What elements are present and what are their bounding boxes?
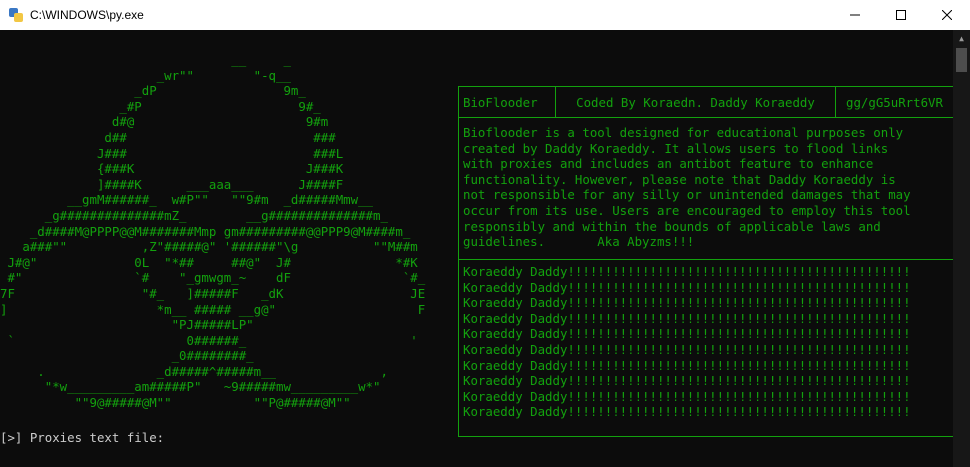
python-launcher-icon: [8, 7, 24, 23]
repeated-lines: Koraeddy Daddy!!!!!!!!!!!!!!!!!!!!!!!!!!…: [459, 260, 953, 420]
ascii-art-line: ]####K ___aaa___ J####F: [0, 176, 344, 192]
scroll-up-arrow-icon[interactable]: ▲: [953, 30, 970, 47]
vertical-scrollbar[interactable]: ▲: [953, 30, 970, 467]
ascii-art-line: . _d#####^#####m__ ,: [0, 363, 388, 379]
ascii-art-line: _g##############mZ_ __g##############m_: [0, 207, 388, 223]
list-item: Koraeddy Daddy!!!!!!!!!!!!!!!!!!!!!!!!!!…: [463, 326, 911, 342]
list-item: Koraeddy Daddy!!!!!!!!!!!!!!!!!!!!!!!!!!…: [463, 264, 911, 279]
ascii-art-line: _dP 9m_: [0, 83, 306, 99]
ascii-art-line: d## ###: [0, 129, 336, 145]
minimize-button[interactable]: [832, 0, 878, 30]
maximize-button[interactable]: [878, 0, 924, 30]
close-button[interactable]: [924, 0, 970, 30]
credit-text: Coded By Koraedn. Daddy Koraeddy: [556, 87, 836, 117]
tool-description: Bioflooder is a tool designed for educat…: [459, 118, 953, 260]
list-item: Koraeddy Daddy!!!!!!!!!!!!!!!!!!!!!!!!!!…: [463, 357, 911, 373]
list-item: Koraeddy Daddy!!!!!!!!!!!!!!!!!!!!!!!!!!…: [463, 295, 911, 311]
maximize-icon: [896, 10, 906, 20]
ascii-art-line: ` 0######_ ': [0, 332, 418, 348]
ascii-art-line: _#P 9#_: [0, 98, 321, 114]
input-prompt[interactable]: [>] Proxies text file:: [0, 430, 172, 445]
console-output[interactable]: __ _ _wr"" "-q__ _dP 9m_ _#P 9#_ d#@ 9#m…: [0, 30, 958, 467]
ascii-art-line: _d####M@PPPP@@M#######Mmp gm#########@@P…: [0, 223, 411, 239]
ascii-art-line: a###"" ,Z"#####@" '######"\g ""M##m: [0, 239, 418, 255]
ascii-art-line: _0########_: [0, 348, 254, 364]
ascii-art-line: _wr"" "-q__: [0, 67, 291, 83]
ascii-art-logo: __ _ _wr"" "-q__ _dP 9m_ _#P 9#_ d#@ 9#m…: [0, 52, 458, 412]
ascii-art-line: J#@" 0L "*## ##@" J# *#K: [0, 254, 418, 270]
minimize-icon: [850, 14, 860, 16]
ascii-art-line: {###K J###K: [0, 161, 344, 177]
ascii-art-line: __gmM######_ w#P"" ""9#m _d#####Mmw__: [0, 192, 373, 208]
list-item: Koraeddy Daddy!!!!!!!!!!!!!!!!!!!!!!!!!!…: [463, 310, 911, 326]
scroll-thumb[interactable]: [956, 48, 967, 72]
list-item: Koraeddy Daddy!!!!!!!!!!!!!!!!!!!!!!!!!!…: [463, 341, 911, 357]
ascii-art-line: ] *m__ ##### __g@" F: [0, 301, 426, 317]
title-bar[interactable]: C:\WINDOWS\py.exe: [0, 0, 970, 30]
ascii-art-line: d#@ 9#m: [0, 114, 329, 130]
list-item: Koraeddy Daddy!!!!!!!!!!!!!!!!!!!!!!!!!!…: [463, 373, 911, 389]
close-icon: [942, 10, 952, 20]
window-title: C:\WINDOWS\py.exe: [30, 8, 144, 22]
info-panel: BioFlooder Coded By Koraedn. Daddy Korae…: [458, 86, 954, 437]
tool-name: BioFlooder: [459, 87, 556, 117]
ascii-art-line: 7F "#_ ]#####F _dK JE: [0, 285, 426, 301]
info-header: BioFlooder Coded By Koraedn. Daddy Korae…: [459, 87, 953, 118]
list-item: Koraeddy Daddy!!!!!!!!!!!!!!!!!!!!!!!!!!…: [463, 388, 911, 404]
window-controls: [832, 0, 970, 30]
ascii-art-line: ""9@#####@M"" ""P@#####@M"": [0, 395, 351, 411]
list-item: Koraeddy Daddy!!!!!!!!!!!!!!!!!!!!!!!!!!…: [463, 279, 911, 295]
ascii-art-line: "PJ#####LP": [0, 317, 254, 333]
invite-link: gg/gG5uRrt6VR: [846, 94, 943, 110]
list-item: Koraeddy Daddy!!!!!!!!!!!!!!!!!!!!!!!!!!…: [463, 404, 911, 420]
ascii-art-line: #" `# "_gmwgm_~ dF `#_: [0, 270, 426, 286]
ascii-art-line: "*w_________am#####P" ~9#####mw_________…: [0, 379, 381, 395]
ascii-art-line: __ _: [0, 52, 291, 67]
ascii-art-line: J### ###L: [0, 145, 344, 161]
